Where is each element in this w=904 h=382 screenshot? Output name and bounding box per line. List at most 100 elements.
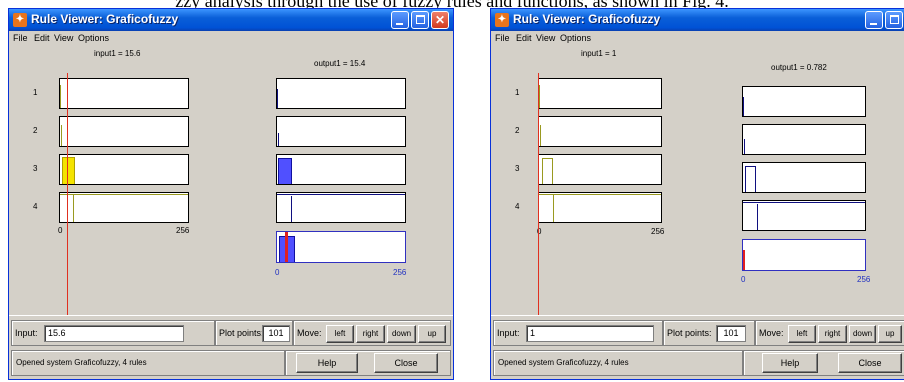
mf-curve xyxy=(743,97,744,116)
mf-curve xyxy=(744,139,745,154)
control-panel: Input: 15.6 Plot points: 101 Move: left … xyxy=(9,315,453,379)
maximize-icon xyxy=(890,15,899,24)
input-variable-label: input1 = 15.6 xyxy=(94,49,141,58)
minimize-button[interactable] xyxy=(391,11,409,29)
input-indicator-line[interactable] xyxy=(67,73,68,315)
move-down-button[interactable]: down xyxy=(387,325,416,343)
input-field-group: Input: 15.6 xyxy=(11,320,215,346)
matlab-logo-icon: ✦ xyxy=(13,13,27,27)
input-axis-max: 256 xyxy=(176,226,190,235)
output-mf-plot xyxy=(742,200,866,231)
status-bar: Opened system Graficofuzzy, 4 rules xyxy=(11,350,285,376)
input-mf-plot[interactable] xyxy=(538,192,662,223)
mf-curve xyxy=(542,158,543,184)
minimize-icon xyxy=(396,23,403,25)
mf-curve xyxy=(61,125,62,146)
matlab-logo-icon: ✦ xyxy=(495,13,509,27)
title-bar[interactable]: ✦ Rule Viewer: Graficofuzzy ✕ xyxy=(9,9,453,31)
rule-plot-area: input1 = 1 output1 = 0.782 1 2 3 4 0 256 xyxy=(491,47,904,315)
aggregate-output-plot xyxy=(742,239,866,271)
menu-file[interactable]: File xyxy=(495,33,510,43)
mf-fired-area xyxy=(62,157,75,184)
maximize-button[interactable] xyxy=(411,11,429,29)
mf-curve xyxy=(539,85,540,108)
output-mf-plot xyxy=(742,162,866,193)
output-variable-label: output1 = 0.782 xyxy=(771,63,827,72)
rule-number: 3 xyxy=(515,164,520,173)
defuzzified-output-line xyxy=(285,232,288,262)
menu-options[interactable]: Options xyxy=(78,33,109,43)
plot-points-label: Plot points: xyxy=(667,328,712,338)
menu-edit[interactable]: Edit xyxy=(34,33,50,43)
input-mf-plot[interactable] xyxy=(538,78,662,109)
help-button[interactable]: Help xyxy=(762,353,818,373)
plot-points-field[interactable]: 101 xyxy=(262,325,290,342)
rule-number: 1 xyxy=(515,88,520,97)
input-mf-plot[interactable] xyxy=(538,154,662,185)
move-label: Move: xyxy=(297,328,322,338)
dialog-button-group: Help Close xyxy=(285,350,451,376)
mf-implied-area xyxy=(278,158,292,184)
plot-points-field[interactable]: 101 xyxy=(716,325,746,342)
mf-curve xyxy=(552,158,553,184)
rule-plot-area: input1 = 15.6 output1 = 15.4 1 2 3 4 0 2… xyxy=(9,47,453,315)
move-right-button[interactable]: right xyxy=(818,325,847,343)
mf-curve xyxy=(277,194,405,195)
output-mf-plot xyxy=(276,116,406,147)
move-left-button[interactable]: left xyxy=(788,325,816,343)
move-label: Move: xyxy=(759,328,784,338)
input-field-label: Input: xyxy=(497,328,520,338)
close-icon: ✕ xyxy=(434,13,446,27)
mf-curve xyxy=(540,125,541,146)
mf-curve xyxy=(745,166,755,167)
input-axis-max: 256 xyxy=(651,227,665,236)
menu-bar: File Edit View Options xyxy=(9,31,453,47)
menu-bar: File Edit View Options xyxy=(491,31,904,47)
plot-points-group: Plot points: 101 xyxy=(663,320,755,346)
input-mf-plot[interactable] xyxy=(59,154,189,185)
input-indicator-line[interactable] xyxy=(538,73,539,315)
input-mf-plot[interactable] xyxy=(59,192,189,223)
mf-curve xyxy=(745,166,746,192)
mf-curve xyxy=(539,194,661,195)
title-bar[interactable]: ✦ Rule Viewer: Graficofuzzy xyxy=(491,9,904,31)
rule-number: 2 xyxy=(33,126,38,135)
maximize-button[interactable] xyxy=(885,11,903,29)
rule-number: 3 xyxy=(33,164,38,173)
menu-view[interactable]: View xyxy=(54,33,73,43)
input-value-field[interactable]: 15.6 xyxy=(44,325,184,342)
rule-number: 1 xyxy=(33,88,38,97)
window-title: Rule Viewer: Graficofuzzy xyxy=(513,12,661,26)
move-down-button[interactable]: down xyxy=(849,325,876,343)
move-up-button[interactable]: up xyxy=(878,325,902,343)
menu-view[interactable]: View xyxy=(536,33,555,43)
move-right-button[interactable]: right xyxy=(356,325,385,343)
move-left-button[interactable]: left xyxy=(326,325,354,343)
mf-curve xyxy=(60,194,188,195)
output-axis-max: 256 xyxy=(857,275,871,284)
minimize-button[interactable] xyxy=(865,11,883,29)
input-field-label: Input: xyxy=(15,328,38,338)
close-button[interactable]: Close xyxy=(838,353,902,373)
aggregate-output-plot xyxy=(276,231,406,263)
mf-curve xyxy=(73,195,74,222)
input-mf-plot[interactable] xyxy=(59,116,189,147)
minimize-icon xyxy=(870,23,877,25)
input-mf-plot[interactable] xyxy=(538,116,662,147)
move-up-button[interactable]: up xyxy=(418,325,446,343)
mf-curve xyxy=(278,133,279,146)
output-variable-label: output1 = 15.4 xyxy=(314,59,366,68)
input-value-field[interactable]: 1 xyxy=(526,325,654,342)
help-button[interactable]: Help xyxy=(296,353,358,373)
move-button-group: Move: left right down up xyxy=(293,320,451,346)
menu-options[interactable]: Options xyxy=(560,33,591,43)
input-axis-min: 0 xyxy=(58,226,63,235)
menu-file[interactable]: File xyxy=(13,33,28,43)
menu-edit[interactable]: Edit xyxy=(516,33,532,43)
close-window-button[interactable]: ✕ xyxy=(431,11,449,29)
input-mf-plot[interactable] xyxy=(59,78,189,109)
mf-curve xyxy=(277,89,278,108)
close-button[interactable]: Close xyxy=(374,353,438,373)
rule-viewer-window-2: ✦ Rule Viewer: Graficofuzzy File Edit Vi… xyxy=(490,8,904,380)
status-bar: Opened system Graficofuzzy, 4 rules xyxy=(493,350,743,376)
